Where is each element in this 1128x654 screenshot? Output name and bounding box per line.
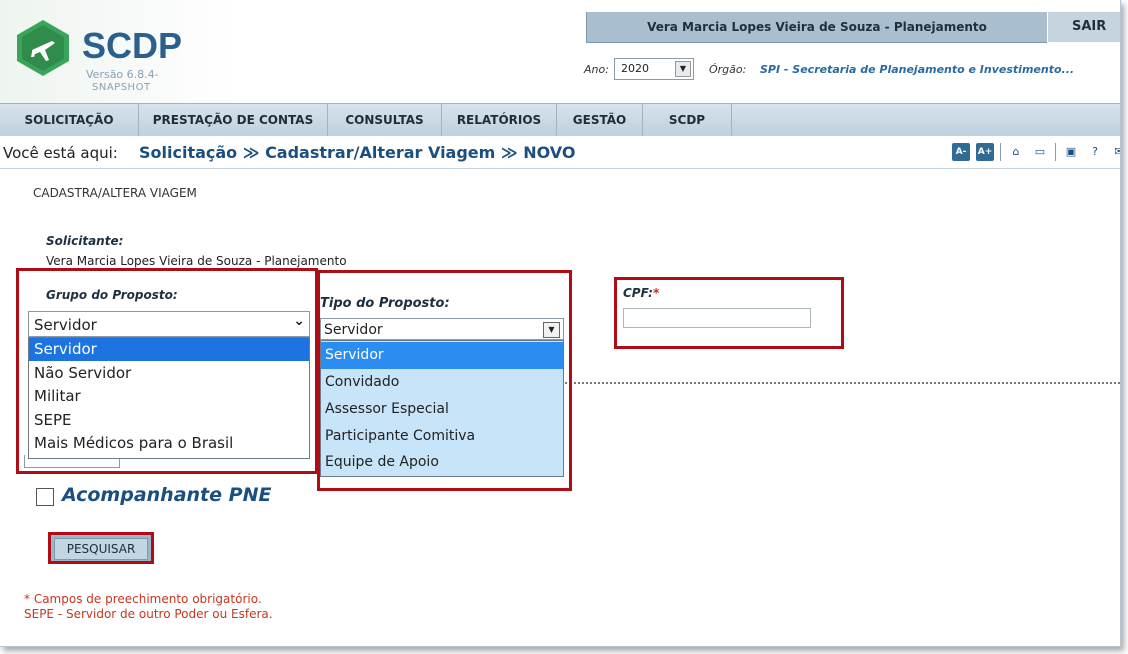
tipo-select[interactable]: Servidor ▼ [320, 318, 564, 340]
orgao-label: Órgão: [709, 63, 747, 76]
breadcrumb-path[interactable]: Solicitação ≫ Cadastrar/Alterar Viagem ≫… [139, 143, 575, 162]
orgao-value[interactable]: SPI - Secretaria de Planejamento e Inves… [760, 63, 1074, 76]
app-snapshot: SNAPSHOT [92, 82, 151, 93]
required-marker: * [652, 286, 660, 300]
ano-value: 2020 [621, 62, 649, 75]
tipo-option[interactable]: Equipe de Apoio [321, 449, 563, 476]
grupo-option[interactable]: Mais Médicos para o Brasil [29, 432, 309, 455]
mail-icon[interactable]: ✉ [1110, 143, 1120, 161]
toolbar: A- A+ ⌂ ▭ ▣ ? ✉ [952, 142, 1120, 162]
grupo-select[interactable]: Servidor ⌄ [28, 311, 310, 337]
search-button-label: PESQUISAR [54, 538, 148, 560]
pne-checkbox-row: Acompanhante PNE [30, 482, 310, 516]
menu-prestacao-de-contas[interactable]: PRESTAÇÃO DE CONTAS [139, 104, 328, 136]
section-divider [565, 382, 1120, 384]
menu-scdp[interactable]: SCDP [643, 104, 732, 136]
user-name: Vera Marcia Lopes Vieira de Souza - Plan… [647, 20, 987, 34]
pne-checkbox[interactable] [36, 488, 54, 506]
tipo-option[interactable]: Convidado [321, 369, 563, 396]
home-icon[interactable]: ⌂ [1007, 143, 1025, 161]
tipo-option[interactable]: Servidor [321, 342, 563, 369]
chevron-down-icon[interactable]: ▼ [675, 61, 691, 77]
menu-solicitacao[interactable]: SOLICITAÇÃO [0, 104, 139, 136]
chevron-down-icon[interactable]: ▼ [543, 322, 560, 338]
breadcrumb-prefix: Você está aqui: [3, 144, 118, 162]
grupo-option[interactable]: Servidor [29, 338, 309, 361]
menu-gestao[interactable]: GESTÃO [557, 104, 643, 136]
user-bar: Vera Marcia Lopes Vieira de Souza - Plan… [586, 12, 1047, 43]
pne-label[interactable]: Acompanhante PNE [62, 484, 271, 506]
ano-select[interactable]: 2020 ▼ [614, 58, 694, 80]
logout-bar: SAIR [1048, 12, 1120, 42]
grupo-option[interactable]: Militar [29, 385, 309, 408]
breadcrumb: Você está aqui: Solicitação ≫ Cadastrar/… [0, 136, 1120, 169]
tipo-dropdown-list: Servidor Convidado Assessor Especial Par… [320, 340, 564, 477]
tipo-option[interactable]: Assessor Especial [321, 396, 563, 423]
main-menu: SOLICITAÇÃO PRESTAÇÃO DE CONTAS CONSULTA… [0, 103, 1120, 137]
menu-consultas[interactable]: CONSULTAS [328, 104, 442, 136]
search-button[interactable]: PESQUISAR [48, 532, 154, 564]
cpf-label-text: CPF: [623, 286, 653, 300]
toolbar-divider [1055, 143, 1056, 161]
tipo-label: Tipo do Proposto: [320, 296, 450, 311]
grupo-label: Grupo do Proposto: [46, 288, 178, 302]
font-decrease-button[interactable]: A- [952, 143, 970, 161]
help-icon[interactable]: ? [1086, 143, 1104, 161]
tipo-option[interactable]: Participante Comitiva [321, 423, 563, 450]
tipo-selected-value: Servidor [324, 322, 383, 338]
toolbar-divider [1000, 143, 1001, 161]
cpf-input[interactable] [623, 308, 811, 328]
logout-link[interactable]: SAIR [1072, 19, 1106, 34]
cpf-label: CPF:* [623, 286, 659, 300]
app-version: Versão 6.8.4- [86, 68, 159, 81]
video-icon[interactable]: ▣ [1062, 143, 1080, 161]
chat-icon[interactable]: ▭ [1031, 143, 1049, 161]
app-logo-text: SCDP [82, 25, 183, 66]
font-increase-button[interactable]: A+ [976, 143, 994, 161]
required-fields-note: * Campos de preechimento obrigatório. [24, 592, 262, 606]
sepe-note: SEPE - Servidor de outro Poder ou Esfera… [24, 607, 273, 621]
page-title: CADASTRA/ALTERA VIAGEM [33, 186, 197, 200]
grupo-option[interactable]: SEPE [29, 409, 309, 432]
solicitante-value: Vera Marcia Lopes Vieira de Souza - Plan… [46, 254, 347, 268]
chevron-down-icon[interactable]: ⌄ [293, 313, 305, 329]
solicitante-label: Solicitante: [46, 234, 124, 248]
grupo-selected-value: Servidor [34, 316, 97, 334]
app-window: SCDP Versão 6.8.4- SNAPSHOT Vera Marcia … [0, 0, 1121, 647]
menu-relatorios[interactable]: RELATÓRIOS [442, 104, 557, 136]
ano-label: Ano: [584, 63, 609, 76]
grupo-option[interactable]: Não Servidor [29, 362, 309, 385]
scdp-logo-icon [17, 20, 69, 76]
grupo-dropdown-list: Servidor Não Servidor Militar SEPE Mais … [28, 337, 310, 459]
header: SCDP Versão 6.8.4- SNAPSHOT Vera Marcia … [0, 0, 1120, 103]
